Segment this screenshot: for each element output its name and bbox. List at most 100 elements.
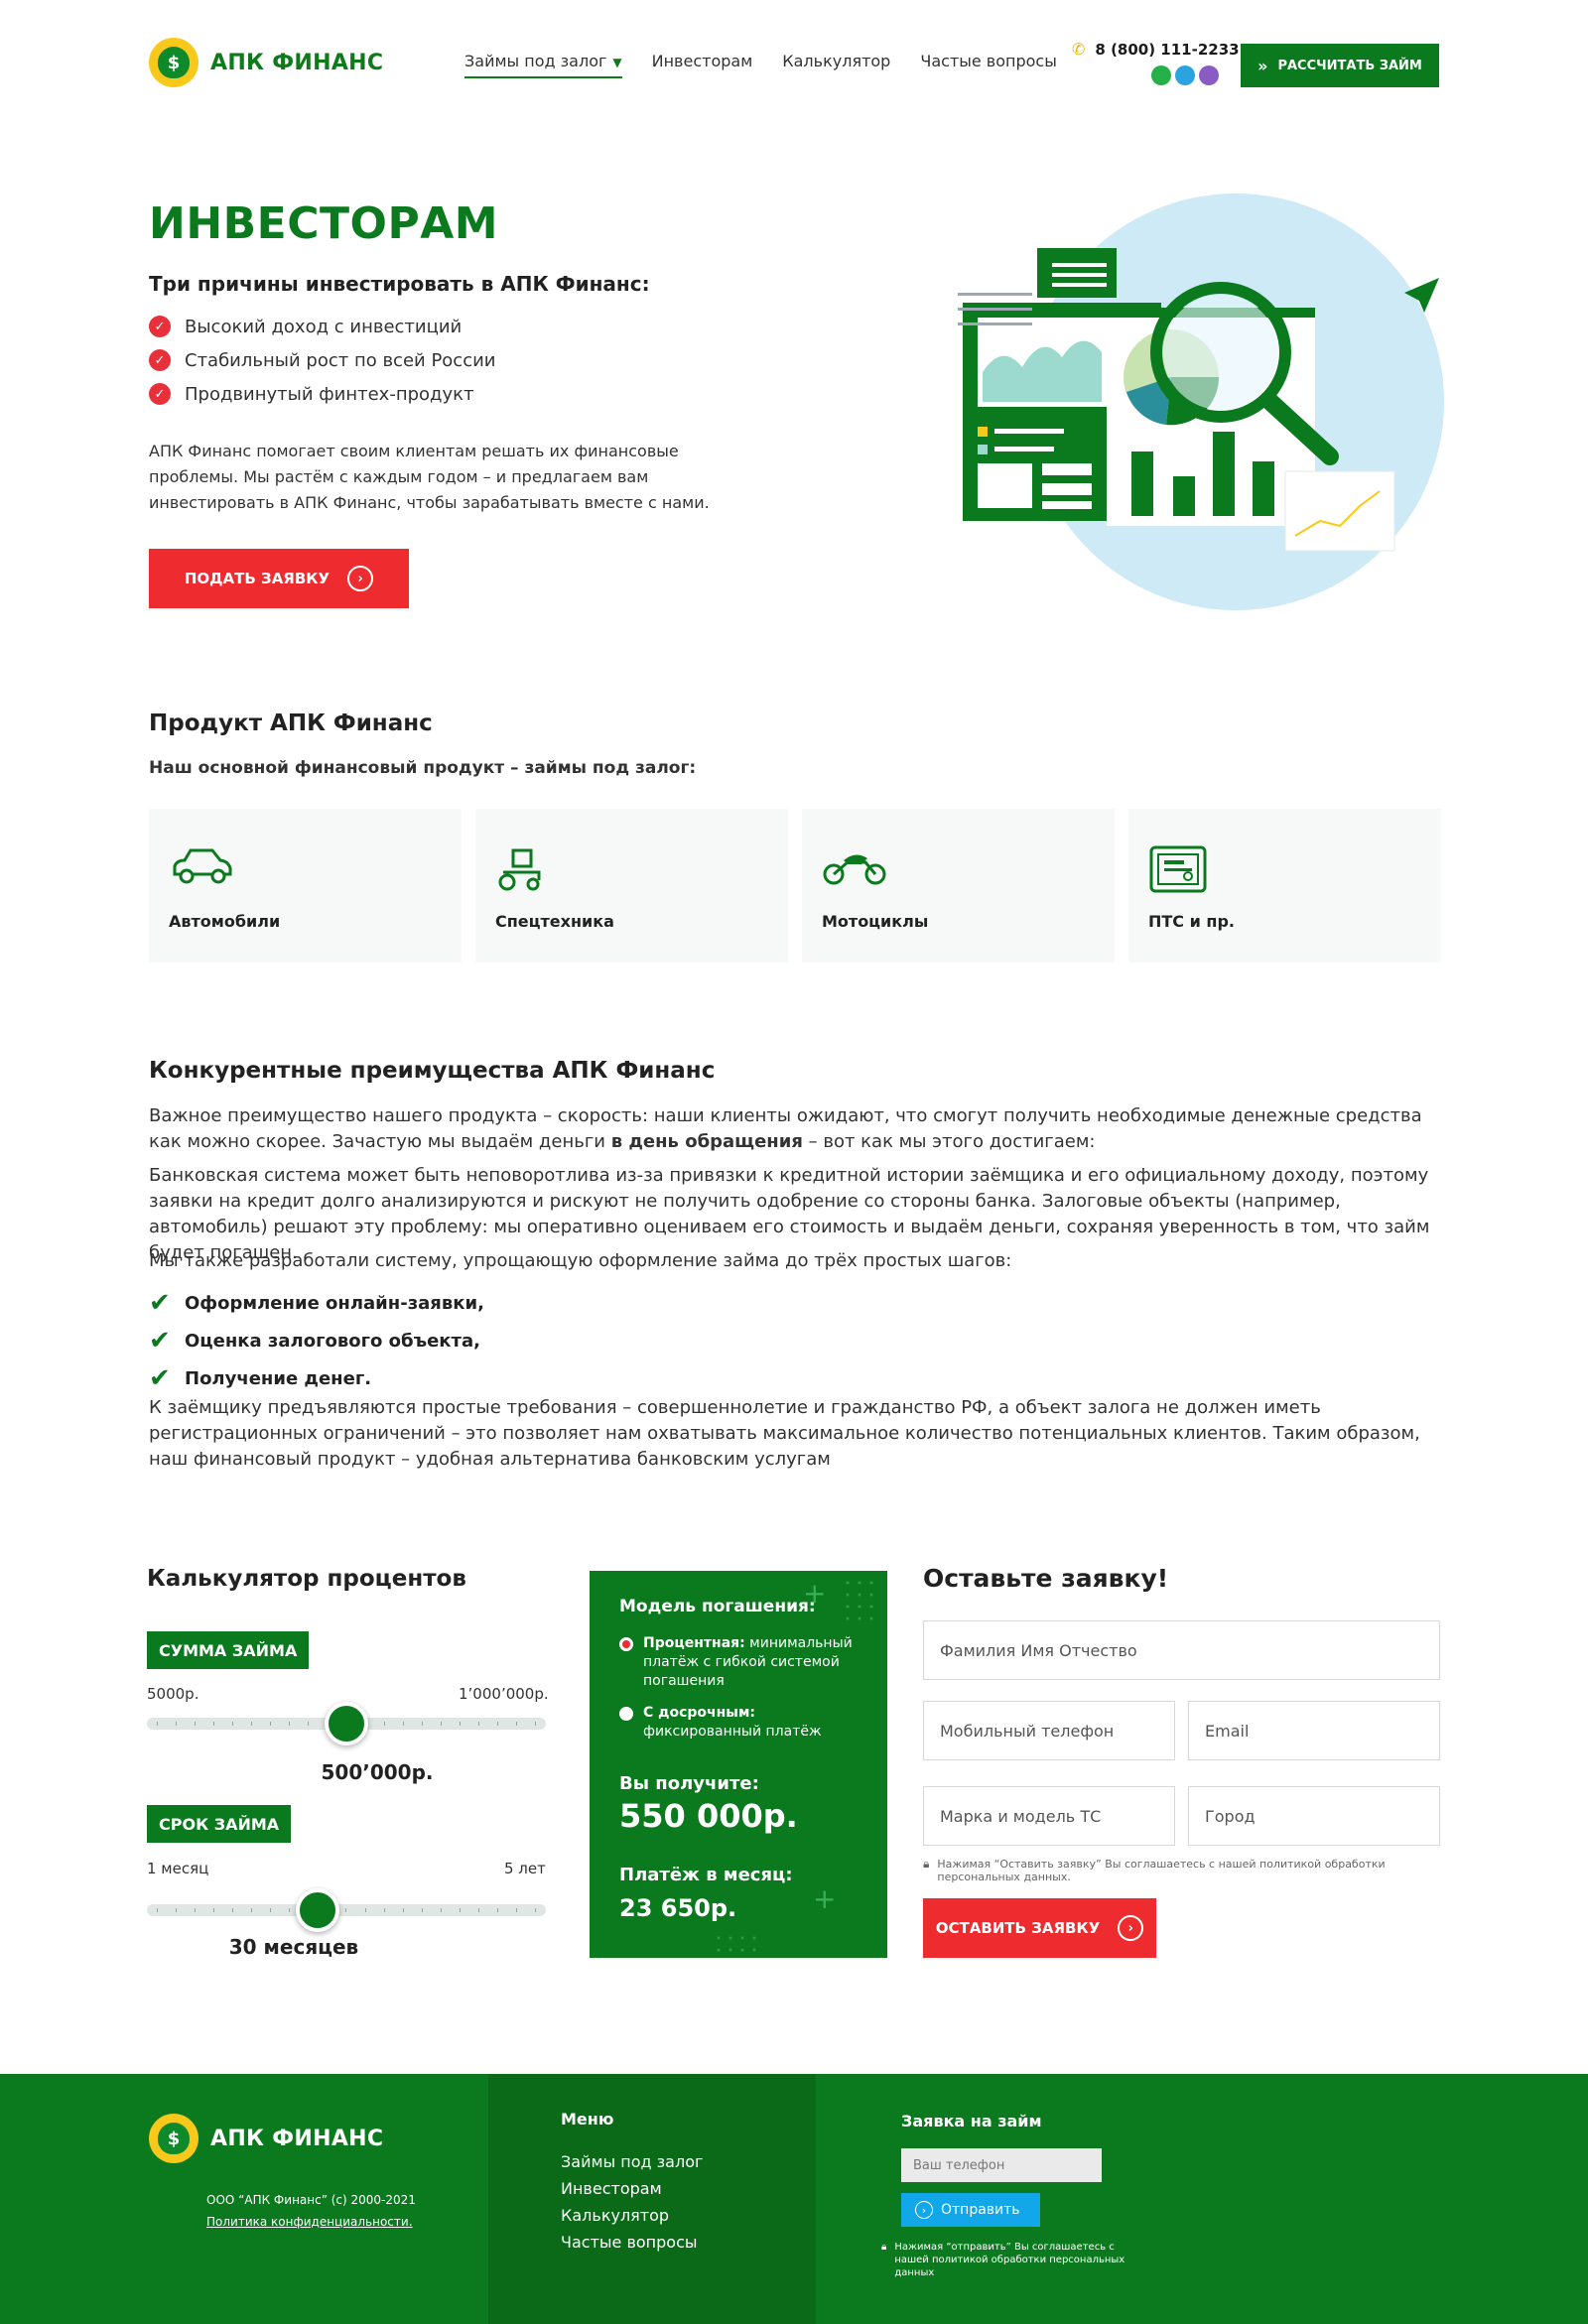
check-icon: ✔ [149,1363,171,1393]
arrow-right-icon: › [347,566,374,591]
footer-menu-item[interactable]: Займы под залог [561,2148,703,2175]
radio-selected-icon[interactable] [619,1637,633,1651]
product-card-machinery[interactable]: Спецтехника [475,809,788,963]
footer-request-title: Заявка на займ [901,2112,1042,2130]
phone-icon: ✆ [1072,40,1086,59]
step-text: Оценка залогового объекта, [185,1330,480,1352]
fio-input[interactable]: Фамилия Имя Отчество [923,1620,1440,1680]
amount-min: 5000р. [147,1685,199,1703]
footer-menu-item[interactable]: Частые вопросы [561,2229,703,2256]
nav-label: Частые вопросы [920,52,1057,70]
phone-block[interactable]: ✆ 8 (800) 111-2233 [1072,40,1240,59]
copyright: ООО “АПК Финанс” (с) 2000-2021 [206,2193,416,2207]
radio-icon[interactable] [619,1707,633,1721]
money-bag-icon: $ [149,2114,198,2163]
vehicle-model-input[interactable]: Марка и модель ТС [923,1786,1175,1846]
svg-text:+: + [813,1882,836,1915]
term-label: СРОК ЗАЙМА [147,1805,292,1843]
option-early[interactable]: С досрочным: фиксированный платёж [619,1704,858,1742]
nav-label: Займы под залог [464,52,607,70]
card-label: Мотоциклы [822,912,929,931]
amount-label: СУММА ЗАЙМА [147,1631,310,1669]
car-icon [173,848,232,884]
hero-subtitle: Три причины инвестировать в АПК Финанс: [149,272,650,296]
tractor-icon [498,848,541,891]
footer-send-button[interactable]: › Отправить [901,2193,1040,2227]
footer-logo[interactable]: $ АПК ФИНАНС [149,2114,383,2163]
arrow-right-circle-icon: › [915,2201,933,2219]
step-text: Получение денег. [185,1367,372,1389]
calculator-title: Калькулятор процентов [147,1566,466,1592]
check-icon: ✓ [149,383,171,405]
mobile-phone-input[interactable]: Мобильный телефон [923,1701,1175,1760]
finance-analytics-illustration [958,194,1444,610]
product-card-documents[interactable]: ПТС и пр. [1128,809,1441,963]
receive-value: 550 000р. [619,1797,798,1835]
amount-slider[interactable] [147,1702,546,1745]
payment-label: Платёж в месяц: [619,1865,793,1885]
text: – вот как мы этого достигаем: [802,1131,1096,1152]
footer-phone-input[interactable]: Ваш телефон [901,2148,1102,2182]
check-icon: ✓ [149,316,171,337]
footer-menu-item[interactable]: Инвесторам [561,2175,703,2202]
arrow-right-icon: › [1118,1915,1144,1941]
whatsapp-icon[interactable] [1151,65,1171,85]
product-card-motorcycles[interactable]: Мотоциклы [802,809,1115,963]
footer-menu-title: Меню [561,2110,614,2129]
term-slider-handle[interactable] [296,1888,339,1932]
nav-item-calculator[interactable]: Калькулятор [782,52,890,78]
footer-logo-text: АПК ФИНАНС [210,2126,384,2151]
footer-menu-item[interactable]: Калькулятор [561,2202,703,2229]
city-input[interactable]: Город [1188,1786,1440,1846]
product-card-cars[interactable]: Автомобили [149,809,462,963]
term-slider[interactable] [147,1888,546,1932]
product-cards: Автомобили Спецтехника Мотоциклы ПТС и п… [149,809,1441,963]
phone-number[interactable]: 8 (800) 111-2233 [1095,41,1239,59]
product-title: Продукт АПК Финанс [149,710,433,736]
list-item: ✓ Высокий доход с инвестиций [149,316,496,337]
reason-text: Продвинутый финтех-продукт [185,383,474,405]
reason-text: Стабильный рост по всей России [185,349,496,371]
list-item: ✔ Получение денег. [149,1363,484,1393]
apply-button[interactable]: ПОДАТЬ ЗАЯВКУ › [149,549,409,608]
list-item: ✓ Продвинутый финтех-продукт [149,383,496,405]
footer-consent: 🔒︎ Нажимая “отправить” Вы соглашаетесь с… [881,2241,1129,2279]
advantages-paragraph-1: Важное преимущество нашего продукта – ск… [149,1103,1439,1155]
reason-text: Высокий доход с инвестиций [185,316,463,337]
submit-request-button[interactable]: ОСТАВИТЬ ЗАЯВКУ › [923,1898,1156,1958]
nav-item-investors[interactable]: Инвесторам [652,52,753,78]
card-label: Автомобили [169,912,281,931]
nav-item-loans[interactable]: Займы под залог ▼ [464,52,622,78]
button-label: Отправить [941,2202,1020,2218]
button-label: ПОДАТЬ ЗАЯВКУ [184,570,331,587]
viber-icon[interactable] [1199,65,1219,85]
product-lead: Наш основной финансовый продукт – займы … [149,758,697,778]
option-bold: С досрочным: [643,1705,755,1721]
payment-value: 23 650р. [619,1894,737,1922]
reasons-list: ✓ Высокий доход с инвестиций ✓ Стабильный … [149,316,496,417]
caret-down-icon: ▼ [612,56,622,69]
check-icon: ✓ [149,349,171,371]
nav-label: Инвесторам [651,52,753,70]
telegram-icon[interactable] [1175,65,1195,85]
check-icon: ✔ [149,1326,171,1356]
privacy-link[interactable]: Политика конфиденциальности. [206,2215,413,2229]
option-bold: Процентная: [643,1635,745,1651]
check-icon: ✔ [149,1288,171,1318]
advantages-title: Конкурентные преимущества АПК Финанс [149,1058,716,1084]
step-text: Оформление онлайн-заявки, [185,1292,484,1314]
calculate-loan-button[interactable]: » РАССЧИТАТЬ ЗАЙМ [1241,44,1439,87]
amount-slider-handle[interactable] [325,1702,368,1745]
logo-text: АПК ФИНАНС [210,50,384,75]
steps-list: ✔ Оформление онлайн-заявки, ✔ Оценка залог… [149,1288,484,1401]
nav-item-faq[interactable]: Частые вопросы [920,52,1057,78]
email-input[interactable]: Email [1188,1701,1440,1760]
option-percent[interactable]: Процентная: минимальный платёж с гибкой … [619,1634,858,1691]
card-label: Спецтехника [495,912,614,931]
lock-icon: 🔒︎ [881,2242,887,2253]
logo[interactable]: $ АПК ФИНАНС [149,38,383,87]
main-nav: Займы под залог ▼ Инвесторам Калькулятор … [464,52,1057,78]
term-max: 5 лет [504,1860,546,1877]
highlight-text: в день обращения [610,1131,803,1152]
option-desc: фиксированный платёж [643,1724,822,1740]
